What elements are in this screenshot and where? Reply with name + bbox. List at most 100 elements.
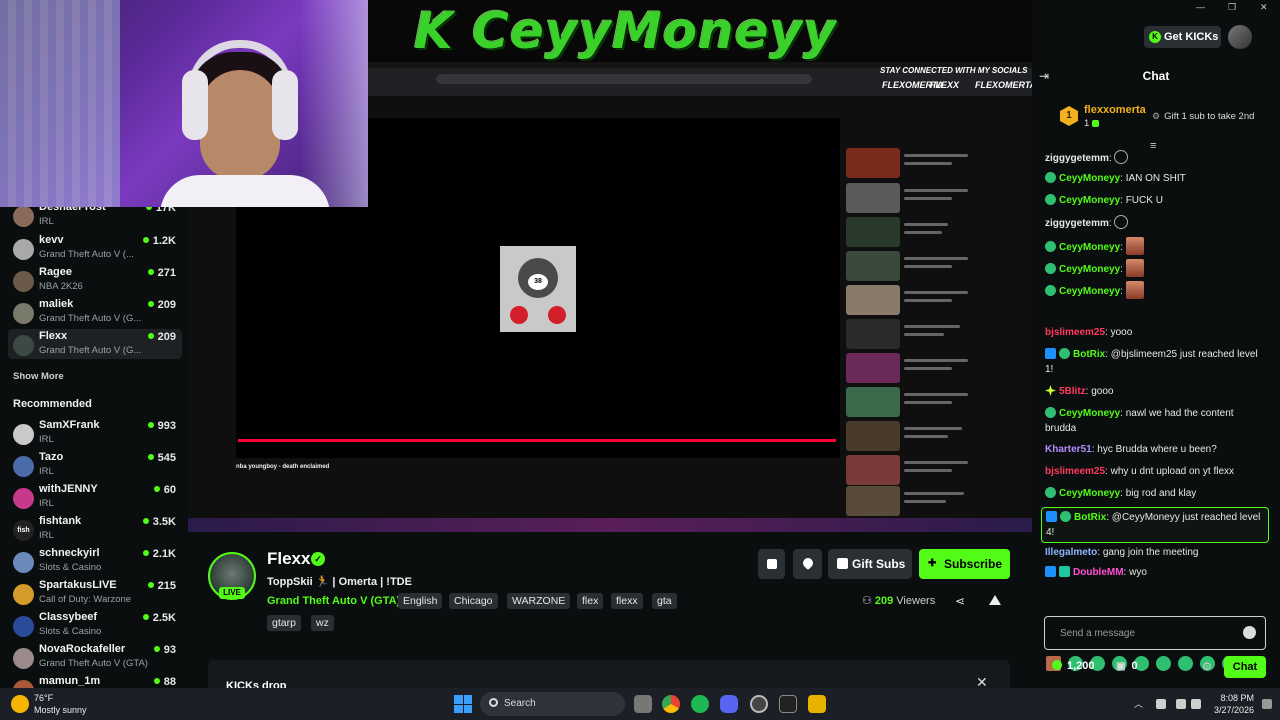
bot-badge-icon bbox=[1046, 511, 1057, 522]
taskbar-time[interactable]: 8:08 PM bbox=[1214, 693, 1254, 703]
chat-username[interactable]: ziggygetemm bbox=[1045, 153, 1109, 164]
gift-subs-button[interactable]: Gift Subs bbox=[828, 549, 912, 579]
chat-username[interactable]: CeyyMoneyy bbox=[1059, 408, 1120, 419]
chat-settings-icon[interactable]: ⚙ bbox=[1202, 660, 1212, 673]
stream-tag[interactable]: gta bbox=[652, 593, 677, 609]
stream-tag[interactable]: WARZONE bbox=[507, 593, 571, 609]
channel-avatar bbox=[13, 616, 34, 637]
minimize-button[interactable]: — bbox=[1196, 2, 1205, 12]
sidebar-channel[interactable]: fish fishtank IRL 3.5K bbox=[8, 514, 182, 544]
chat-username[interactable]: BotRix bbox=[1073, 349, 1105, 360]
stream-tag[interactable]: wz bbox=[311, 615, 334, 631]
stream-tag[interactable]: Chicago bbox=[449, 593, 498, 609]
overlay-logo: K CeyyMoneyy bbox=[414, 2, 837, 60]
stream-tag[interactable]: flex bbox=[577, 593, 604, 609]
follow-heart-button[interactable] bbox=[793, 549, 822, 579]
stream-tag[interactable]: English bbox=[398, 593, 443, 609]
chat-username[interactable]: CeyyMoneyy bbox=[1059, 488, 1120, 499]
gift-subs-label: Gift Subs bbox=[852, 557, 906, 571]
stream-tag[interactable]: gtarp bbox=[267, 615, 301, 631]
close-button[interactable]: ✕ bbox=[1260, 2, 1268, 13]
subscribe-button[interactable]: Subscribe bbox=[919, 549, 1010, 579]
sidebar-channel[interactable]: NovaRockafeller Grand Theft Auto V (GTA)… bbox=[8, 642, 182, 672]
verified-badge-icon bbox=[1045, 194, 1056, 205]
stream-tag[interactable]: flexx bbox=[611, 593, 643, 609]
chat-username[interactable]: CeyyMoneyy bbox=[1059, 286, 1120, 297]
kick-balance[interactable]: 1,200 bbox=[1052, 660, 1095, 672]
show-more-link[interactable]: Show More bbox=[13, 371, 64, 382]
sidebar-channel[interactable]: SamXFrank IRL 993 bbox=[8, 418, 182, 448]
sidebar-channel[interactable]: schneckyirl Slots & Casino 2.1K bbox=[8, 546, 182, 576]
volume-icon[interactable] bbox=[1191, 699, 1201, 709]
start-button[interactable] bbox=[454, 695, 472, 713]
chat-input-box[interactable] bbox=[1044, 616, 1266, 650]
chat-username[interactable]: Illegalmeto bbox=[1045, 547, 1097, 558]
notifications-icon[interactable] bbox=[1262, 699, 1272, 709]
game-category-link[interactable]: Grand Theft Auto V (GTA) bbox=[267, 595, 400, 607]
chat-username[interactable]: 5Blitz bbox=[1059, 386, 1086, 397]
notifications-bell-button[interactable] bbox=[758, 549, 785, 579]
chat-header: ⇥ Chat bbox=[1032, 62, 1280, 90]
chat-username[interactable]: bjslimeem25 bbox=[1045, 327, 1105, 338]
weather-icon[interactable] bbox=[11, 695, 29, 713]
sidebar-channel[interactable]: Ragee NBA 2K26 271 bbox=[8, 265, 182, 295]
chat-username[interactable]: bjslimeem25 bbox=[1045, 466, 1105, 477]
channel-viewers: 2.1K bbox=[143, 548, 176, 560]
report-icon[interactable] bbox=[989, 595, 1001, 605]
verified-badge-icon bbox=[1045, 263, 1056, 274]
verified-badge-icon bbox=[1045, 487, 1056, 498]
streamer-name[interactable]: Flexx bbox=[267, 549, 310, 569]
chat-text: hyc Brudda where u been? bbox=[1097, 444, 1217, 455]
viewers-label: Viewers bbox=[896, 595, 936, 607]
discord-icon[interactable] bbox=[720, 695, 738, 713]
network-icon[interactable] bbox=[1176, 699, 1186, 709]
share-icon[interactable]: ⋖ bbox=[955, 594, 965, 608]
spotify-icon[interactable] bbox=[691, 695, 709, 713]
verified-badge-icon bbox=[1059, 348, 1070, 359]
overlay-social-handle: FLEXOMERTA bbox=[975, 80, 1037, 90]
channel-viewers: 93 bbox=[154, 644, 176, 656]
chat-username[interactable]: Kharter51 bbox=[1045, 444, 1092, 455]
channel-avatar bbox=[13, 335, 34, 356]
file-explorer-icon[interactable] bbox=[808, 695, 826, 713]
sidebar-channel[interactable]: SpartakusLIVE Call of Duty: Warzone 215 bbox=[8, 578, 182, 608]
chrome-icon[interactable] bbox=[662, 695, 680, 713]
emoji-picker-icon[interactable] bbox=[1243, 626, 1256, 639]
task-view-icon[interactable] bbox=[634, 695, 652, 713]
channel-avatar bbox=[13, 206, 34, 227]
obs-icon[interactable] bbox=[750, 695, 768, 713]
chat-username[interactable]: ziggygetemm bbox=[1045, 218, 1109, 229]
inventory-count[interactable]: 0 bbox=[1116, 660, 1137, 672]
chat-message: BotRix: @CeyyMoneyy just reached level 4… bbox=[1041, 507, 1269, 543]
taskbar-search[interactable]: Search bbox=[480, 692, 625, 716]
chat-username[interactable]: DoubleMM bbox=[1073, 567, 1124, 578]
sidebar-channel[interactable]: maliek Grand Theft Auto V (G... 209 bbox=[8, 297, 182, 327]
emote-icon bbox=[1125, 281, 1144, 299]
capcut-icon[interactable] bbox=[779, 695, 797, 713]
shared-youtube-rec bbox=[846, 251, 1026, 281]
taskbar-date[interactable]: 3/27/2026 bbox=[1206, 705, 1254, 715]
shared-youtube-rec bbox=[846, 353, 1026, 383]
chat-send-button[interactable]: Chat bbox=[1224, 656, 1266, 678]
sidebar-channel[interactable]: kevv Grand Theft Auto V (... 1.2K bbox=[8, 233, 182, 263]
chat-username[interactable]: BotRix bbox=[1074, 512, 1106, 523]
user-avatar[interactable] bbox=[1228, 25, 1252, 49]
verified-badge-icon bbox=[1045, 285, 1056, 296]
sidebar-channel[interactable]: Tazo IRL 545 bbox=[8, 450, 182, 480]
chat-username[interactable]: CeyyMoneyy bbox=[1059, 264, 1120, 275]
get-kicks-button[interactable]: K Get KICKs bbox=[1144, 26, 1221, 48]
chat-username[interactable]: CeyyMoneyy bbox=[1059, 173, 1120, 184]
microphone-icon[interactable] bbox=[1156, 699, 1166, 709]
chat-message-input[interactable] bbox=[1060, 625, 1230, 641]
chat-username[interactable]: CeyyMoneyy bbox=[1059, 195, 1120, 206]
sidebar-channel-active[interactable]: Flexx Grand Theft Auto V (G... 209 bbox=[8, 329, 182, 359]
sidebar-channel[interactable]: Classybeef Slots & Casino 2.5K bbox=[8, 610, 182, 640]
chat-username[interactable]: CeyyMoneyy bbox=[1059, 242, 1120, 253]
kicks-drop-panel[interactable]: KICKs drop ✕ bbox=[208, 660, 1010, 692]
tray-overflow-icon[interactable]: ︿ bbox=[1134, 697, 1144, 709]
shared-youtube-title: nba youngboy - death enclaimed bbox=[236, 464, 330, 470]
sidebar-channel[interactable]: mamun_1m 88 bbox=[8, 674, 182, 688]
gift-leaderboard[interactable]: 1 flexxomerta 1 Gift 1 sub to take 2nd bbox=[1032, 96, 1280, 138]
sidebar-channel[interactable]: withJENNY IRL 60 bbox=[8, 482, 182, 512]
maximize-button[interactable]: ❐ bbox=[1228, 2, 1236, 13]
